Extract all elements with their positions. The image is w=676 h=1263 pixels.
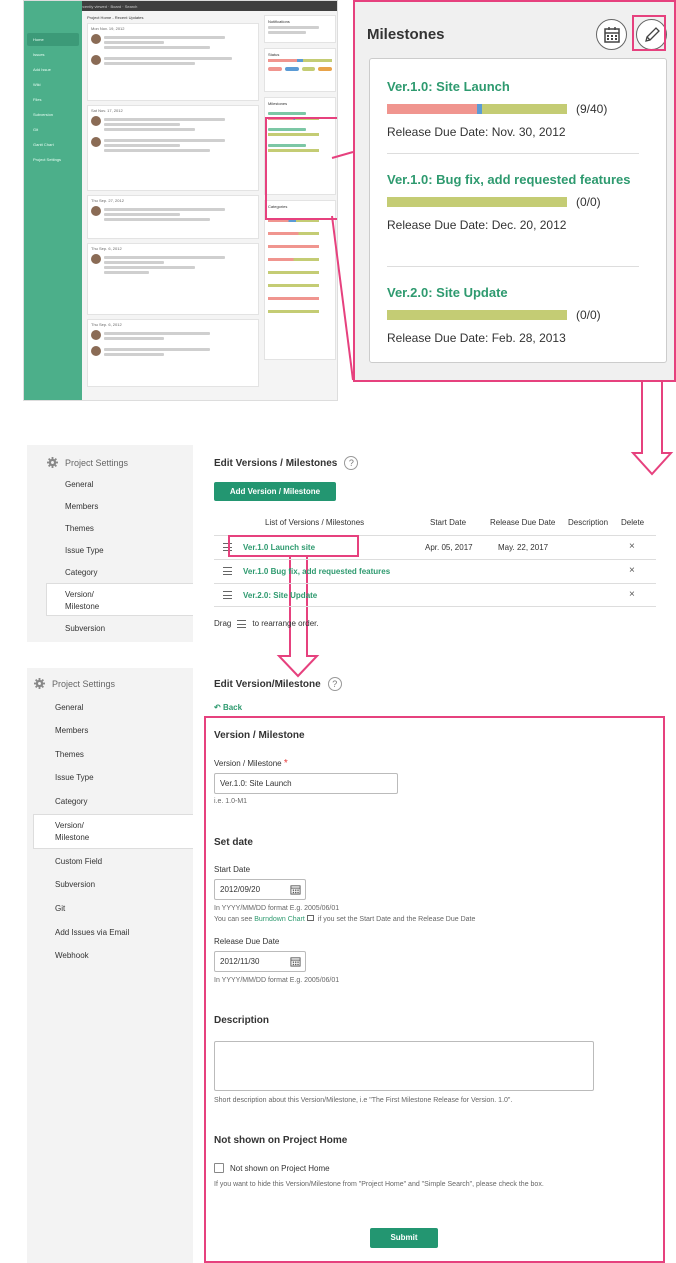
section-version: Version / Milestone [214,730,305,741]
section-not-shown: Not shown on Project Home [214,1135,348,1146]
table-row: Ver.1.0 Bug fix, add requested features … [214,559,656,583]
section-set-date: Set date [214,837,253,848]
settings-sidebar: Project Settings General Members Themes … [27,668,193,1263]
settings-nav-members[interactable]: Members [55,725,88,737]
settings-nav-members[interactable]: Members [65,501,98,513]
gear-icon [47,457,58,468]
open-segment [387,310,567,320]
settings-header: Project Settings [47,457,128,468]
calendar-icon[interactable] [290,884,301,895]
settings-nav-issue-type[interactable]: Issue Type [65,545,104,557]
milestone-count: (9/40) [576,102,608,116]
burndown-link[interactable]: Burndown Chart [254,916,305,923]
col-due: Release Due Date [490,518,556,527]
burndown-hint: You can see Burndown Chart if you set th… [214,915,476,923]
description-hint: Short description about this Version/Mil… [214,1097,513,1104]
start-date-cell: Apr. 05, 2017 [425,543,473,552]
gear-icon [34,678,45,689]
milestones-list: Ver.1.0: Site Launch (9/40) Release Due … [369,58,667,363]
version-name-label: Version / Milestone * [214,758,288,769]
settings-nav-issue-type[interactable]: Issue Type [55,772,94,784]
delete-icon[interactable]: × [629,565,635,576]
settings-nav-subversion[interactable]: Subversion [65,623,105,635]
milestone-due-date: Release Due Date: Nov. 30, 2012 [387,125,566,139]
milestone-progress-bar [387,197,567,207]
help-icon[interactable]: ? [327,677,342,691]
settings-nav-category[interactable]: Category [55,796,87,808]
milestones-panel: Milestones Ver.1.0: Site Launch (9/40) R… [353,0,676,382]
settings-nav-git[interactable]: Git [55,903,65,915]
settings-nav-general[interactable]: General [55,702,83,714]
due-date-hint: In YYYY/MM/DD format E.g. 2005/06/01 [214,977,340,984]
milestone-link[interactable]: Ver.1.0: Bug fix, add requested features [387,170,639,190]
milestone-link[interactable]: Ver.2.0: Site Update [387,283,639,303]
back-link[interactable]: ↶ Back [214,703,242,712]
add-version-button[interactable]: Add Version / Milestone [214,482,336,501]
row-highlight [228,535,359,557]
not-shown-label: Not shown on Project Home [230,1164,330,1173]
start-date-label: Start Date [214,865,251,874]
burndown-icon [306,915,314,921]
calendar-icon[interactable] [290,956,301,967]
settings-nav-email[interactable]: Add Issues via Email [55,927,129,939]
version-name-input[interactable]: Ver.1.0: Site Launch [214,773,398,794]
drag-hint: Drag to rearrange order. [214,619,319,628]
calendar-icon[interactable] [596,19,627,50]
settings-nav-subversion[interactable]: Subversion [55,879,95,891]
due-date-label: Release Due Date [214,937,280,946]
open-segment [482,104,567,114]
delete-icon[interactable]: × [629,541,635,552]
milestone-link[interactable]: Ver.1.0: Site Launch [387,77,639,97]
milestone-count: (0/0) [576,308,601,322]
due-date-cell: May. 22, 2017 [498,543,549,552]
versions-title: Edit Versions / Milestones? [214,456,359,470]
drag-handle-icon[interactable] [223,567,232,575]
settings-nav-version[interactable]: Version/ Milestone [65,589,99,613]
settings-nav-webhook[interactable]: Webhook [55,950,89,962]
settings-nav-themes[interactable]: Themes [65,523,94,535]
version-name-hint: i.e. 1.0-M1 [214,798,248,805]
description-textarea[interactable] [214,1041,594,1091]
settings-nav-version[interactable]: Version/ Milestone [55,820,89,844]
settings-nav-custom-field[interactable]: Custom Field [55,856,102,868]
milestone-item: Ver.2.0: Site Update (0/0) Release Due D… [387,283,639,345]
start-date-input[interactable]: 2012/09/20 [214,879,306,900]
col-description: Description [568,518,609,527]
milestone-item: Ver.1.0: Bug fix, add requested features… [387,170,639,232]
drag-handle-icon[interactable] [223,591,232,599]
help-icon[interactable]: ? [344,456,359,470]
required-mark: * [283,758,288,769]
edit-icon-highlight [632,15,666,51]
start-date-hint: In YYYY/MM/DD format E.g. 2005/06/01 [214,905,340,912]
milestone-count: (0/0) [576,195,601,209]
edit-version-title: Edit Version/Milestone? [214,677,342,691]
milestones-title: Milestones [367,26,445,43]
settings-nav-category[interactable]: Category [65,567,97,579]
settings-nav-themes[interactable]: Themes [55,749,84,761]
closed-segment [387,104,477,114]
section-description: Description [214,1015,270,1026]
due-date-input[interactable]: 2012/11/30 [214,951,306,972]
settings-nav-general[interactable]: General [65,479,93,491]
col-start: Start Date [430,518,467,527]
drag-handle-icon [237,619,247,628]
milestone-due-date: Release Due Date: Dec. 20, 2012 [387,218,567,232]
version-link[interactable]: Ver.2.0: Site Update [243,591,317,600]
table-row: Ver.2.0: Site Update × [214,583,656,607]
delete-icon[interactable]: × [629,589,635,600]
version-link[interactable]: Ver.1.0 Bug fix, add requested features [243,567,390,576]
settings-sidebar: Project Settings General Members Themes … [27,445,193,642]
not-shown-checkbox[interactable] [214,1163,224,1173]
milestone-progress-bar [387,310,567,320]
milestone-progress-bar [387,104,567,114]
open-segment [387,197,567,207]
milestone-item: Ver.1.0: Site Launch (9/40) Release Due … [387,77,639,139]
milestone-due-date: Release Due Date: Feb. 28, 2013 [387,331,566,345]
col-delete: Delete [621,518,645,527]
submit-button[interactable]: Submit [370,1228,438,1248]
col-list: List of Versions / Milestones [265,518,365,527]
settings-header: Project Settings [34,678,115,689]
not-shown-hint: If you want to hide this Version/Milesto… [214,1181,544,1188]
back-arrow-icon: ↶ [214,703,221,712]
